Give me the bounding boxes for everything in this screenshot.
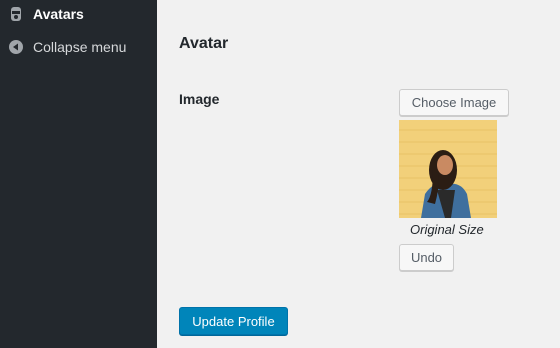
profile-content: Avatar Image Choose Image Original Size … <box>157 0 560 348</box>
update-profile-button[interactable]: Update Profile <box>179 307 288 335</box>
admin-sidebar: Avatars Collapse menu <box>0 0 157 348</box>
section-title: Avatar <box>179 35 229 52</box>
image-size-caption: Original Size <box>410 222 484 237</box>
avatar-preview-image <box>399 120 497 218</box>
collapse-arrow-icon <box>8 39 24 55</box>
sidebar-item-label: Avatars <box>33 6 84 22</box>
undo-button[interactable]: Undo <box>399 244 454 271</box>
collapse-menu-label: Collapse menu <box>33 39 127 55</box>
choose-image-button[interactable]: Choose Image <box>399 89 509 116</box>
collapse-menu-button[interactable]: Collapse menu <box>0 36 157 58</box>
avatar-icon <box>8 6 24 22</box>
sidebar-item-avatars[interactable]: Avatars <box>0 3 157 25</box>
image-field-label: Image <box>179 91 220 107</box>
